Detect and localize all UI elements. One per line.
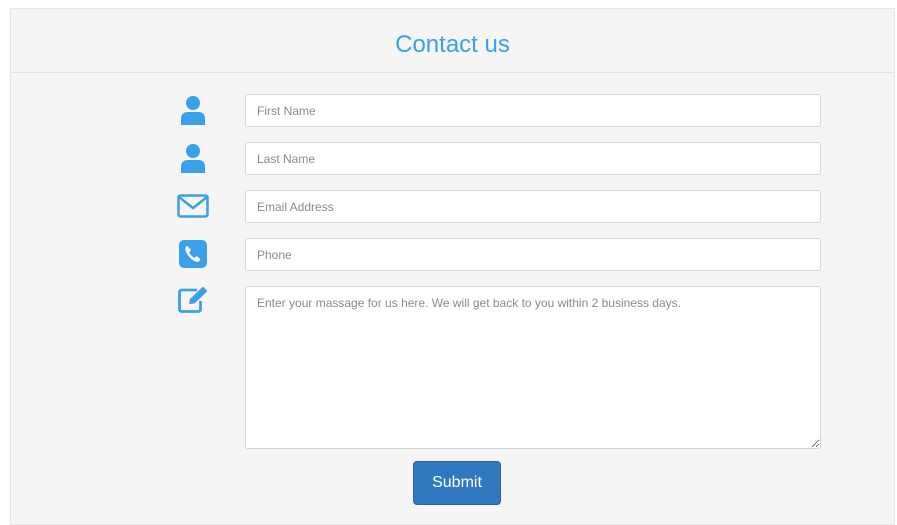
- envelope-icon: [175, 189, 211, 222]
- page-title: Contact us: [395, 31, 510, 58]
- user-icon: [175, 93, 211, 126]
- form-header: Contact us: [11, 9, 894, 73]
- last-name-input[interactable]: [245, 142, 821, 175]
- first-name-input[interactable]: [245, 94, 821, 127]
- email-input[interactable]: [245, 190, 821, 223]
- contact-form-panel: Contact us First Name Last Name Email Ad…: [10, 8, 895, 525]
- phone-input[interactable]: [245, 238, 821, 271]
- user-icon: [175, 141, 211, 174]
- edit-icon: [175, 285, 211, 315]
- message-textarea[interactable]: [245, 286, 821, 449]
- phone-icon: [175, 237, 211, 270]
- submit-button[interactable]: Submit: [413, 461, 501, 505]
